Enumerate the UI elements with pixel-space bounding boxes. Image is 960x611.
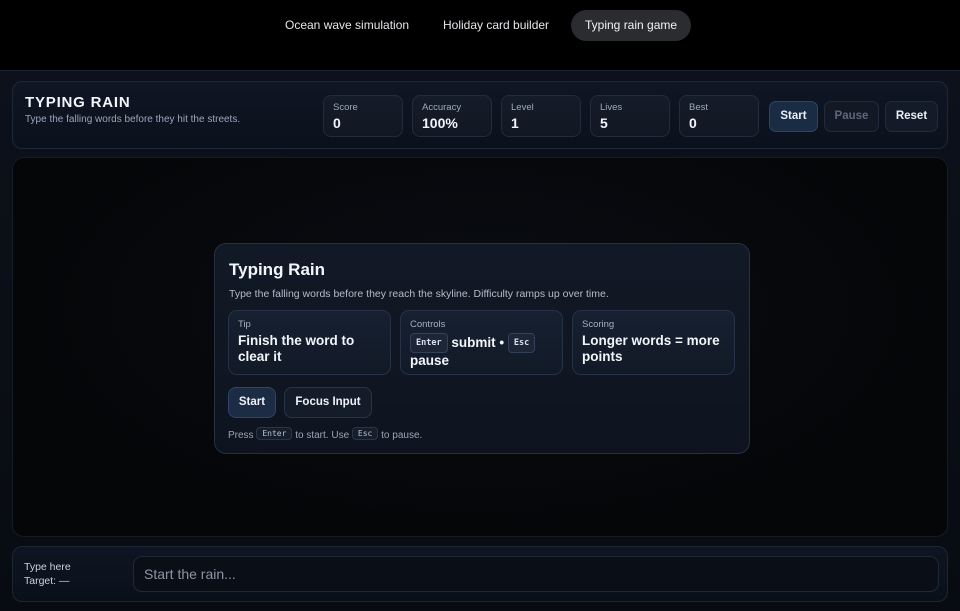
top-tab-bar: Ocean wave simulation Holiday card build… xyxy=(0,0,960,60)
hint-to-start: to start. Use xyxy=(295,430,350,441)
game-title: TYPING RAIN xyxy=(25,94,131,111)
scoring-text: Longer words = more points xyxy=(582,333,720,364)
stat-value: 5 xyxy=(600,115,608,131)
reset-button[interactable]: Reset xyxy=(885,101,938,132)
target-word-label: Target: — xyxy=(24,575,70,587)
stat-accuracy: Accuracy 100% xyxy=(412,95,492,137)
tip-card: Tip Finish the word to clear it xyxy=(228,310,391,375)
game-subtitle: Type the falling words before they hit t… xyxy=(25,114,241,125)
pause-button[interactable]: Pause xyxy=(824,101,879,132)
stat-score: Score 0 xyxy=(323,95,403,137)
stat-value: 0 xyxy=(689,115,697,131)
stat-value: 0 xyxy=(333,115,341,131)
stat-label: Best xyxy=(689,102,709,113)
focus-input-button[interactable]: Focus Input xyxy=(284,387,372,418)
tab-ocean-wave-simulation[interactable]: Ocean wave simulation xyxy=(271,10,423,41)
overlay-title: Typing Rain xyxy=(229,260,326,279)
stat-value: 100% xyxy=(422,115,458,131)
tip-text: Finish the word to clear it xyxy=(238,333,355,364)
hint-to-pause: to pause. xyxy=(381,430,423,441)
stat-label: Score xyxy=(333,102,358,113)
submit-text: submit • xyxy=(451,335,505,350)
start-overlay-card: Typing Rain Type the falling words befor… xyxy=(214,243,750,454)
esc-key: Esc xyxy=(507,333,536,353)
tip-label: Tip xyxy=(238,319,251,330)
controls-card: Controls Enter submit • Esc pause xyxy=(400,310,563,375)
hint-press: Press xyxy=(228,430,254,441)
tab-holiday-card-builder[interactable]: Holiday card builder xyxy=(429,10,563,41)
stat-level: Level 1 xyxy=(501,95,581,137)
esc-key: Esc xyxy=(351,427,379,440)
enter-key: Enter xyxy=(256,427,293,440)
overlay-description: Type the falling words before they reach… xyxy=(229,288,609,300)
type-here-label: Type here xyxy=(24,561,71,573)
controls-label: Controls xyxy=(410,319,446,330)
controls-text: Enter submit • Esc pause xyxy=(410,333,553,369)
stat-label: Lives xyxy=(600,102,623,113)
stat-label: Level xyxy=(511,102,534,113)
typing-footer: Type here Target: — xyxy=(12,546,948,602)
typing-rain-app: TYPING RAIN Type the falling words befor… xyxy=(0,70,960,611)
scoring-label: Scoring xyxy=(582,319,615,330)
stat-best: Best 0 xyxy=(679,95,759,137)
keyboard-hint: Press Enter to start. Use Esc to pause. xyxy=(228,427,422,441)
pause-text: pause xyxy=(410,353,450,368)
tab-typing-rain-game[interactable]: Typing rain game xyxy=(571,10,692,41)
stat-value: 1 xyxy=(511,115,519,131)
scoring-card: Scoring Longer words = more points xyxy=(572,310,735,375)
stat-lives: Lives 5 xyxy=(590,95,670,137)
play-area[interactable]: Typing Rain Type the falling words befor… xyxy=(12,157,948,537)
typing-input[interactable] xyxy=(133,556,939,592)
start-button[interactable]: Start xyxy=(769,101,818,132)
game-header: TYPING RAIN Type the falling words befor… xyxy=(12,81,948,149)
stat-label: Accuracy xyxy=(422,102,462,113)
enter-key: Enter xyxy=(410,333,448,353)
overlay-start-button[interactable]: Start xyxy=(228,387,276,418)
